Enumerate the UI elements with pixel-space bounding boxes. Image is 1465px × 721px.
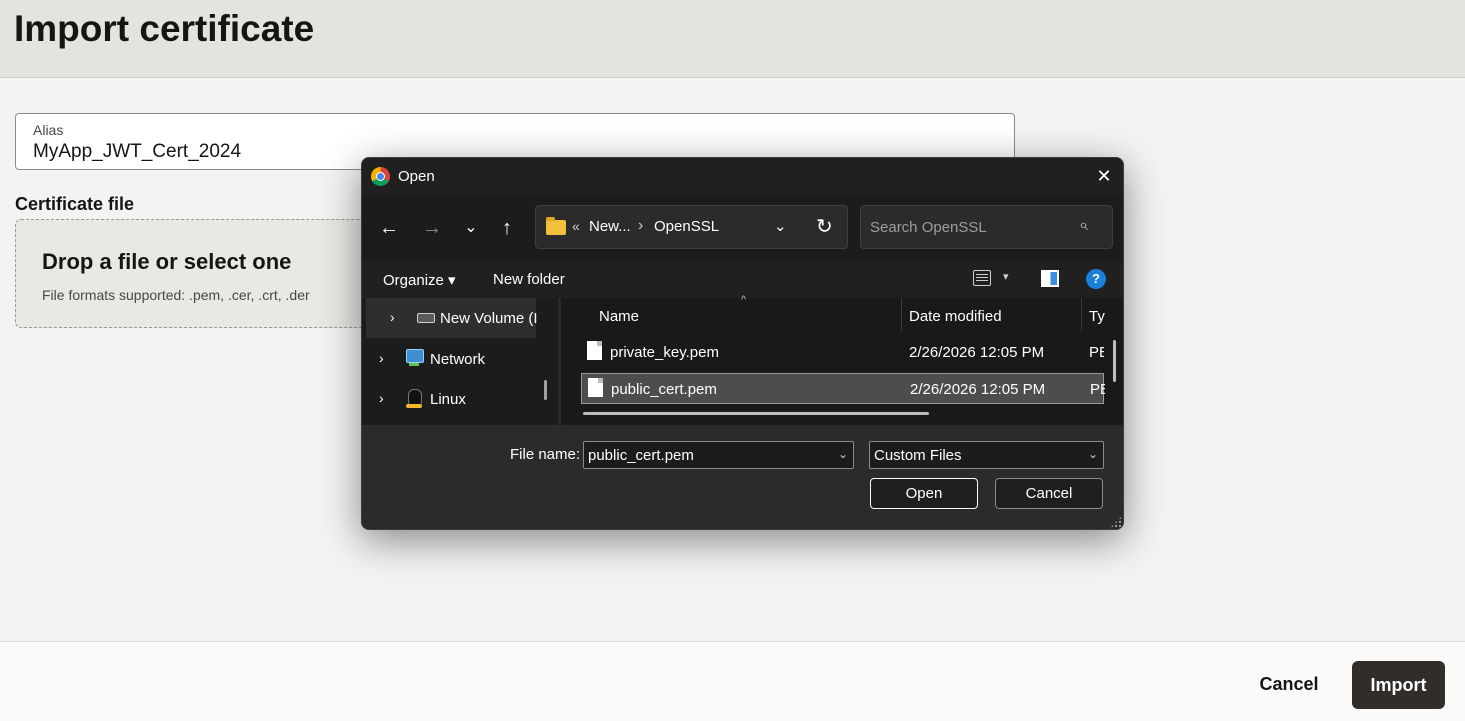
alias-label: Alias	[33, 122, 64, 138]
recent-locations-chevron-icon[interactable]: ⌄	[459, 216, 483, 240]
organize-button[interactable]: Organize ▾	[383, 271, 456, 289]
breadcrumb-openssl[interactable]: OpenSSL	[654, 218, 719, 235]
open-file-dialog: Open ✕ ← → ⌄ ↑ « New... › OpenSSL ⌄ ↻ Se…	[361, 157, 1124, 530]
back-arrow-icon[interactable]: ←	[377, 216, 401, 240]
cancel-button[interactable]: Cancel	[1244, 664, 1334, 704]
expand-arrow-icon[interactable]: ›	[379, 350, 384, 366]
alias-value[interactable]: MyApp_JWT_Cert_2024	[33, 141, 241, 163]
linux-icon	[405, 389, 423, 409]
breadcrumb-new-volume[interactable]: New...	[589, 218, 631, 235]
import-button[interactable]: Import	[1352, 661, 1445, 709]
file-list: ^ Name Date modified Ty private_key.pem …	[579, 294, 1123, 425]
search-input[interactable]: Search OpenSSL ⌕	[860, 205, 1113, 249]
file-icon	[587, 341, 602, 360]
tree-item-label: Network	[430, 351, 486, 368]
up-arrow-icon[interactable]: ↑	[495, 216, 519, 240]
help-icon[interactable]: ?	[1086, 269, 1106, 289]
file-name: private_key.pem	[610, 344, 719, 361]
file-date: 2/26/2026 12:05 PM	[909, 344, 1045, 361]
open-button[interactable]: Open	[870, 478, 978, 509]
navigation-bar: ← → ⌄ ↑ « New... › OpenSSL ⌄ ↻ Search Op…	[362, 194, 1123, 260]
file-type-select[interactable]: Custom Files ⌄	[869, 441, 1104, 469]
resize-grip-icon[interactable]	[1110, 516, 1122, 528]
new-folder-button[interactable]: New folder	[493, 271, 565, 288]
chevron-down-icon[interactable]: ⌄	[774, 217, 787, 235]
network-icon	[404, 349, 424, 367]
refresh-icon[interactable]: ↻	[816, 214, 833, 239]
file-row-selected[interactable]: public_cert.pem 2/26/2026 12:05 PM PE	[581, 373, 1105, 404]
navigation-tree: › New Volume (I › Network › Linux	[362, 298, 558, 425]
certificate-file-label: Certificate file	[15, 194, 135, 214]
file-type-value: Custom Files	[874, 447, 962, 464]
dialog-bottom-panel: File name: public_cert.pem ⌄ Custom File…	[362, 425, 1123, 529]
horizontal-scrollbar[interactable]	[583, 412, 929, 415]
file-row[interactable]: private_key.pem 2/26/2026 12:05 PM PE	[581, 337, 1104, 368]
column-header-name[interactable]: Name	[599, 308, 639, 325]
dropzone-title: Drop a file or select one	[42, 249, 292, 274]
tree-item-label: New Volume (I	[440, 310, 538, 327]
drive-icon	[417, 313, 435, 323]
page-footer: Cancel Import	[0, 641, 1465, 721]
expand-arrow-icon[interactable]: ›	[379, 390, 384, 406]
chevron-down-icon[interactable]: ⌄	[1088, 447, 1098, 461]
preview-pane-icon[interactable]	[1041, 270, 1059, 287]
column-divider[interactable]	[901, 298, 902, 331]
file-name-label: File name:	[510, 446, 581, 463]
dialog-title: Open	[398, 168, 435, 185]
file-name-input[interactable]: public_cert.pem ⌄	[583, 441, 854, 469]
column-divider[interactable]	[1081, 298, 1082, 331]
close-icon[interactable]: ✕	[1092, 164, 1116, 188]
column-header-date-modified[interactable]: Date modified	[909, 308, 1002, 325]
tree-item-label: Linux	[430, 391, 466, 408]
expand-arrow-icon[interactable]: ›	[390, 309, 395, 325]
address-bar[interactable]: « New... › OpenSSL ⌄ ↻	[535, 205, 848, 249]
sort-ascending-icon: ^	[741, 294, 747, 306]
dialog-content: › New Volume (I › Network › Linux ^ Name…	[362, 294, 1123, 425]
page-title: Import certificate	[14, 8, 315, 49]
search-placeholder: Search OpenSSL	[870, 219, 987, 236]
search-icon: ⌕	[1079, 217, 1088, 234]
file-icon	[588, 378, 603, 397]
file-name-value[interactable]: public_cert.pem	[588, 447, 694, 464]
page-header: Import certificate	[0, 0, 1465, 78]
view-list-icon[interactable]	[973, 270, 991, 286]
vertical-scrollbar[interactable]	[1113, 340, 1116, 382]
dialog-titlebar[interactable]: Open ✕	[362, 158, 1123, 194]
breadcrumb-overflow[interactable]: «	[572, 218, 580, 234]
tree-scrollbar[interactable]	[544, 380, 547, 400]
file-type: PE	[1090, 381, 1105, 398]
folder-icon	[546, 217, 566, 235]
file-date: 2/26/2026 12:05 PM	[910, 381, 1046, 398]
tree-item-new-volume[interactable]: › New Volume (I	[366, 298, 538, 338]
view-options-caret-icon[interactable]: ▾	[1003, 270, 1009, 283]
tree-item-network[interactable]: › Network	[366, 339, 536, 379]
file-name: public_cert.pem	[611, 381, 717, 398]
file-type: PE	[1089, 344, 1104, 361]
tree-item-linux[interactable]: › Linux	[366, 379, 536, 419]
pane-splitter[interactable]	[558, 298, 561, 425]
chrome-icon	[371, 167, 390, 186]
dialog-cancel-button[interactable]: Cancel	[995, 478, 1103, 509]
file-dropzone[interactable]: Drop a file or select one File formats s…	[15, 219, 385, 328]
column-header-type[interactable]: Ty	[1089, 308, 1105, 325]
forward-arrow-icon[interactable]: →	[420, 216, 444, 240]
breadcrumb-separator: ›	[638, 217, 644, 234]
dropzone-formats: File formats supported: .pem, .cer, .crt…	[42, 287, 310, 303]
chevron-down-icon[interactable]: ⌄	[838, 447, 848, 461]
dialog-toolbar: Organize ▾ New folder ▾ ?	[362, 260, 1123, 298]
